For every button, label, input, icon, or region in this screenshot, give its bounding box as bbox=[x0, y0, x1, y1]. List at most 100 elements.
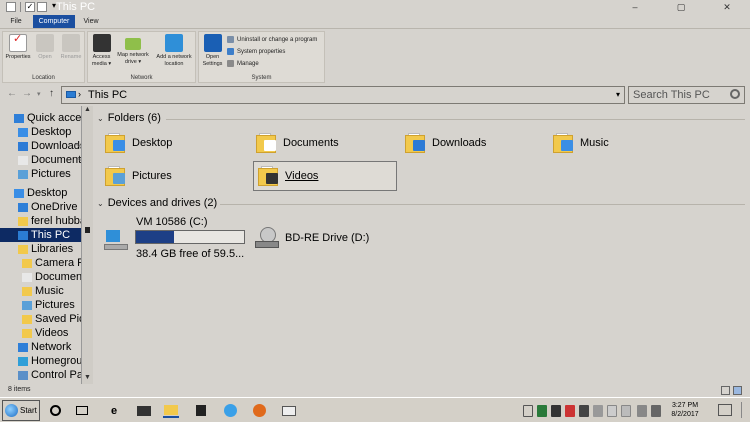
folder-tile-downloads[interactable]: Downloads bbox=[404, 128, 550, 158]
settings-gear-icon bbox=[203, 34, 222, 52]
tray-item-icon[interactable] bbox=[579, 405, 589, 417]
details-view-icon[interactable] bbox=[721, 386, 730, 395]
tray-item-icon[interactable] bbox=[621, 405, 631, 417]
tray-item-icon[interactable] bbox=[523, 405, 533, 417]
folder-tile-videos[interactable]: Videos bbox=[253, 161, 397, 191]
system-properties-button[interactable]: System properties bbox=[227, 47, 285, 56]
scroll-up-icon[interactable]: ▲ bbox=[82, 106, 93, 116]
up-arrow-icon[interactable]: ↑ bbox=[49, 88, 54, 99]
ribbon-group-system: Open Settings Uninstall or change a prog… bbox=[198, 31, 325, 83]
documents-icon bbox=[18, 155, 28, 165]
sidebar-item-libraries[interactable]: Libraries bbox=[0, 242, 73, 256]
mail-icon[interactable] bbox=[136, 403, 152, 418]
show-desktop-button[interactable] bbox=[741, 402, 747, 418]
tab-computer[interactable]: Computer bbox=[33, 15, 75, 28]
open-settings-button[interactable]: Open Settings bbox=[200, 34, 225, 67]
drive-c[interactable]: VM 10586 (C:) 38.4 GB free of 59.5... bbox=[104, 214, 254, 262]
sidebar-item-label: Homegroup bbox=[31, 355, 89, 367]
folder-tile-documents[interactable]: Documents bbox=[255, 128, 401, 158]
music-icon bbox=[22, 286, 32, 296]
new-folder-quick-icon[interactable] bbox=[37, 2, 47, 12]
sidebar-item-desktop[interactable]: Desktop bbox=[0, 186, 67, 200]
taskbar: Start e 3:27 PM 8/2/2017 bbox=[0, 397, 750, 422]
open-button[interactable]: Open bbox=[33, 34, 57, 61]
sidebar-item-this-pc[interactable]: This PC bbox=[0, 228, 85, 242]
windows-orb-icon bbox=[5, 404, 18, 417]
action-center-icon[interactable] bbox=[718, 404, 732, 416]
add-network-location-button[interactable]: Add a network location bbox=[152, 34, 196, 67]
manage-button[interactable]: Manage bbox=[227, 59, 259, 68]
drive-d[interactable]: BD-RE Drive (D:) bbox=[255, 226, 375, 252]
tray-item-icon[interactable] bbox=[551, 405, 561, 417]
cloud-icon[interactable] bbox=[607, 405, 617, 417]
start-button[interactable]: Start bbox=[2, 400, 40, 421]
clock[interactable]: 3:27 PM 8/2/2017 bbox=[666, 401, 704, 419]
volume-icon[interactable] bbox=[637, 405, 647, 417]
search-input[interactable]: Search This PC bbox=[628, 86, 745, 104]
recent-chevron-down-icon[interactable]: ▾ bbox=[37, 90, 41, 98]
back-arrow-icon[interactable]: ← bbox=[7, 88, 17, 99]
drives-section-header[interactable]: ⌄ Devices and drives (2) bbox=[97, 197, 217, 209]
store-icon[interactable] bbox=[193, 403, 209, 418]
address-dropdown-icon[interactable]: ▾ bbox=[616, 90, 620, 99]
sidebar-item-desktop[interactable]: Desktop ✎ bbox=[0, 125, 71, 139]
folder-tile-pictures[interactable]: Pictures bbox=[104, 161, 250, 191]
tray-item-icon[interactable] bbox=[593, 405, 603, 417]
sidebar-item-quick-access[interactable]: Quick access bbox=[0, 111, 92, 125]
network-tray-icon[interactable] bbox=[651, 405, 661, 417]
tray-item-icon[interactable] bbox=[537, 405, 547, 417]
rename-button[interactable]: Rename bbox=[59, 34, 83, 61]
item-count: 8 items bbox=[8, 386, 31, 393]
sidebar-item-pictures[interactable]: Pictures ✎ bbox=[0, 167, 71, 181]
properties-quick-icon[interactable]: ✓ bbox=[25, 2, 35, 12]
saved-pictures-icon bbox=[22, 314, 32, 324]
tray-item-icon[interactable] bbox=[565, 405, 575, 417]
sidebar-item-music[interactable]: Music bbox=[0, 284, 64, 298]
folders-section-header[interactable]: ⌄ Folders (6) bbox=[97, 112, 161, 124]
sidebar-item-saved-pictures[interactable]: Saved Pictures bbox=[0, 312, 92, 326]
sidebar-item-ferel-hubbard[interactable]: ferel hubbard bbox=[0, 214, 92, 228]
forward-arrow-icon[interactable]: → bbox=[22, 88, 32, 99]
network-location-icon bbox=[165, 34, 183, 52]
sidebar-item-camera-roll[interactable]: Camera Roll bbox=[0, 256, 92, 270]
tab-file[interactable]: File bbox=[3, 15, 29, 28]
nav-scrollbar[interactable]: ▲ ▼ bbox=[81, 106, 93, 384]
folder-icon[interactable] bbox=[6, 2, 16, 12]
window-controls: – ▢ ✕ bbox=[612, 0, 750, 14]
sidebar-item-control-panel[interactable]: Control Panel bbox=[0, 368, 92, 382]
sidebar-item-network[interactable]: Network bbox=[0, 340, 71, 354]
address-bar[interactable]: › This PC ▾ bbox=[61, 86, 625, 104]
folder-tile-desktop[interactable]: Desktop bbox=[104, 128, 250, 158]
scroll-thumb[interactable] bbox=[85, 227, 90, 233]
minimize-button[interactable]: – bbox=[612, 0, 658, 14]
onedrive-icon bbox=[18, 202, 28, 212]
large-icons-view-icon[interactable] bbox=[733, 386, 742, 395]
scroll-down-icon[interactable]: ▼ bbox=[82, 374, 93, 384]
internet-explorer-icon[interactable] bbox=[222, 403, 238, 418]
cortana-icon[interactable] bbox=[47, 403, 63, 418]
sidebar-item-homegroup[interactable]: Homegroup bbox=[0, 354, 88, 368]
section-divider bbox=[220, 204, 745, 205]
sidebar-item-downloads[interactable]: Downloads ✎ bbox=[0, 139, 85, 153]
chat-icon[interactable] bbox=[281, 403, 297, 418]
sidebar-item-videos[interactable]: Videos bbox=[0, 326, 68, 340]
tab-view[interactable]: View bbox=[78, 15, 104, 28]
sidebar-item-onedrive[interactable]: OneDrive bbox=[0, 200, 77, 214]
firefox-icon[interactable] bbox=[251, 403, 267, 418]
sidebar-item-documents[interactable]: Documents ✎ bbox=[0, 153, 87, 167]
desktop-icon bbox=[14, 188, 24, 198]
sidebar-item-documents[interactable]: Documents bbox=[0, 270, 91, 284]
sidebar-item-pictures[interactable]: Pictures bbox=[0, 298, 75, 312]
close-button[interactable]: ✕ bbox=[704, 0, 750, 14]
map-network-drive-button[interactable]: Map network drive ▾ bbox=[114, 34, 152, 65]
sidebar-item-label: Music bbox=[35, 285, 64, 297]
uninstall-program-button[interactable]: Uninstall or change a program bbox=[227, 35, 317, 44]
maximize-button[interactable]: ▢ bbox=[658, 0, 704, 14]
edge-icon[interactable]: e bbox=[106, 403, 122, 418]
file-explorer-icon[interactable] bbox=[163, 403, 179, 418]
chevron-right-icon[interactable]: › bbox=[78, 89, 81, 99]
folder-tile-music[interactable]: Music bbox=[552, 128, 698, 158]
properties-button[interactable]: ✓ Properties bbox=[5, 34, 31, 61]
task-view-icon[interactable] bbox=[74, 403, 90, 418]
access-media-button[interactable]: Access media ▾ bbox=[89, 34, 114, 67]
